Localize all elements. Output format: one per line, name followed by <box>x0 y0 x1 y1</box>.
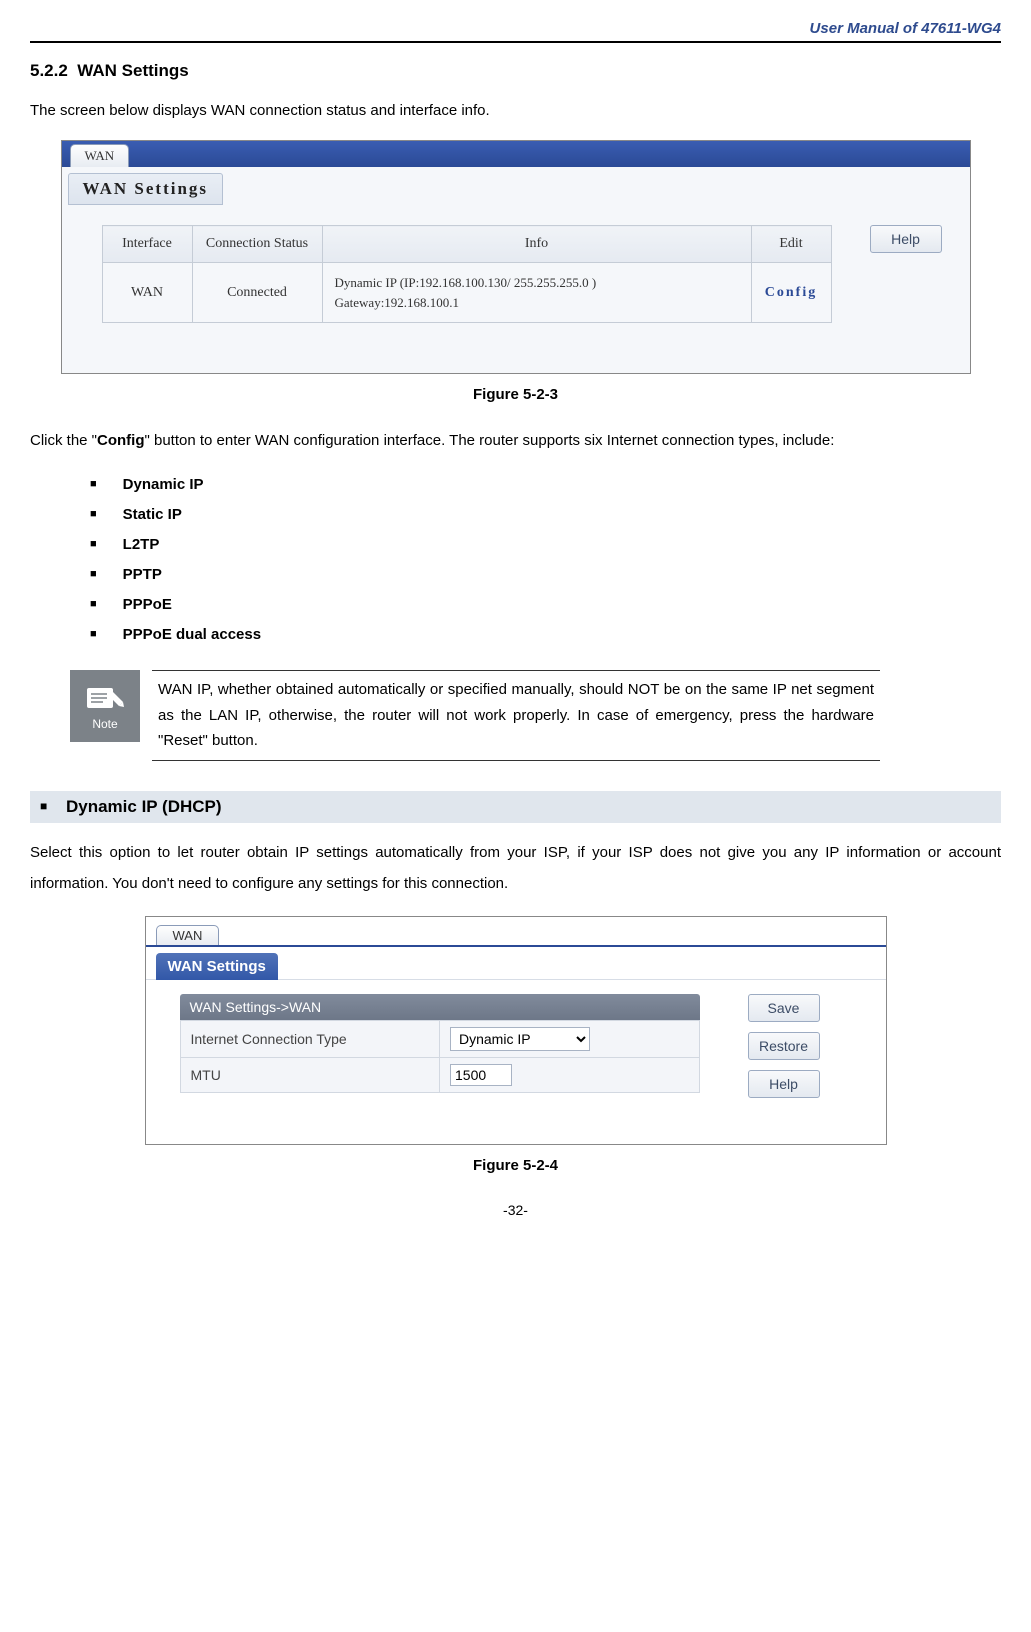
screenshot1-main: Interface Connection Status Info Edit WA… <box>62 205 970 323</box>
wan-tab[interactable]: WAN <box>70 144 130 167</box>
list-item: PPTP <box>90 560 1001 590</box>
config-intro-post: " button to enter WAN configuration inte… <box>145 432 835 449</box>
wan-config-screenshot: WAN WAN Settings WAN Settings->WAN Inter… <box>145 916 887 1145</box>
section-heading: 5.2.2 WAN Settings <box>30 61 1001 81</box>
header-separator <box>30 41 1001 43</box>
note-callout: Note WAN IP, whether obtained automatica… <box>70 670 880 761</box>
col-status: Connection Status <box>192 226 322 263</box>
wan-settings-form: WAN Settings->WAN Internet Connection Ty… <box>180 994 700 1108</box>
col-info: Info <box>322 226 751 263</box>
note-pencil-icon <box>85 682 125 714</box>
config-intro-bold: Config <box>97 432 144 449</box>
section-title-text: WAN Settings <box>77 61 188 80</box>
connection-type-select[interactable]: Dynamic IP <box>450 1027 590 1051</box>
dhcp-description: Select this option to let router obtain … <box>30 837 1001 900</box>
list-item: PPPoE <box>90 590 1001 620</box>
connection-type-cell: Dynamic IP <box>440 1020 700 1057</box>
config-intro-pre: Click the " <box>30 432 97 449</box>
screenshot1-body: WAN Settings Interface Connection Status… <box>62 167 970 373</box>
list-item: PPPoE dual access <box>90 620 1001 650</box>
screenshot2-topbar: WAN <box>146 923 886 947</box>
screenshot2-sidebar: Save Restore Help <box>748 994 820 1108</box>
dhcp-subsection-title: Dynamic IP (DHCP) <box>66 797 222 816</box>
cell-edit: Config <box>751 263 831 323</box>
cell-info: Dynamic IP (IP:192.168.100.130/ 255.255.… <box>322 263 751 323</box>
table-header-row: Interface Connection Status Info Edit <box>102 226 831 263</box>
wan-settings-panel-tab: WAN Settings <box>156 953 278 980</box>
page-number: -32- <box>30 1202 1001 1218</box>
screenshot2-main: WAN Settings->WAN Internet Connection Ty… <box>146 979 886 1144</box>
mtu-cell <box>440 1057 700 1092</box>
note-text: WAN IP, whether obtained automatically o… <box>152 670 880 761</box>
help-button[interactable]: Help <box>748 1070 820 1098</box>
form-table: Internet Connection Type Dynamic IP MTU <box>180 1020 700 1093</box>
form-section-header: WAN Settings->WAN <box>180 994 700 1020</box>
cell-interface: WAN <box>102 263 192 323</box>
info-line1: Dynamic IP (IP:192.168.100.130/ 255.255.… <box>335 275 597 290</box>
wan-status-screenshot: WAN WAN Settings Interface Connection St… <box>61 140 971 374</box>
page-header: User Manual of 47611-WG4 <box>30 20 1001 41</box>
figure2-caption: Figure 5-2-4 <box>30 1157 1001 1174</box>
note-icon: Note <box>70 670 140 742</box>
config-link[interactable]: Config <box>765 285 817 300</box>
table-row: MTU <box>180 1057 699 1092</box>
connection-type-label: Internet Connection Type <box>180 1020 440 1057</box>
wan-settings-panel-tab: WAN Settings <box>68 173 224 205</box>
list-item: Static IP <box>90 500 1001 530</box>
figure1-caption: Figure 5-2-3 <box>30 386 1001 403</box>
section-intro: The screen below displays WAN connection… <box>30 97 1001 124</box>
config-intro: Click the "Config" button to enter WAN c… <box>30 427 1001 454</box>
connection-types-list: Dynamic IP Static IP L2TP PPTP PPPoE PPP… <box>90 470 1001 650</box>
col-edit: Edit <box>751 226 831 263</box>
cell-status: Connected <box>192 263 322 323</box>
table-row: WAN Connected Dynamic IP (IP:192.168.100… <box>102 263 831 323</box>
mtu-input[interactable] <box>450 1064 512 1086</box>
wan-tab[interactable]: WAN <box>156 925 220 945</box>
restore-button[interactable]: Restore <box>748 1032 820 1060</box>
info-line2: Gateway:192.168.100.1 <box>335 295 460 310</box>
list-item: Dynamic IP <box>90 470 1001 500</box>
mtu-label: MTU <box>180 1057 440 1092</box>
header-title: User Manual of 47611-WG4 <box>810 20 1001 37</box>
table-row: Internet Connection Type Dynamic IP <box>180 1020 699 1057</box>
screenshot1-topbar: WAN <box>62 141 970 167</box>
help-button[interactable]: Help <box>870 225 942 253</box>
wan-status-table: Interface Connection Status Info Edit WA… <box>102 225 832 323</box>
section-number: 5.2.2 <box>30 61 68 80</box>
save-button[interactable]: Save <box>748 994 820 1022</box>
col-interface: Interface <box>102 226 192 263</box>
screenshot1-sidebar: Help <box>870 225 942 323</box>
dhcp-subsection-heading: Dynamic IP (DHCP) <box>30 791 1001 823</box>
note-label: Note <box>92 717 117 731</box>
list-item: L2TP <box>90 530 1001 560</box>
